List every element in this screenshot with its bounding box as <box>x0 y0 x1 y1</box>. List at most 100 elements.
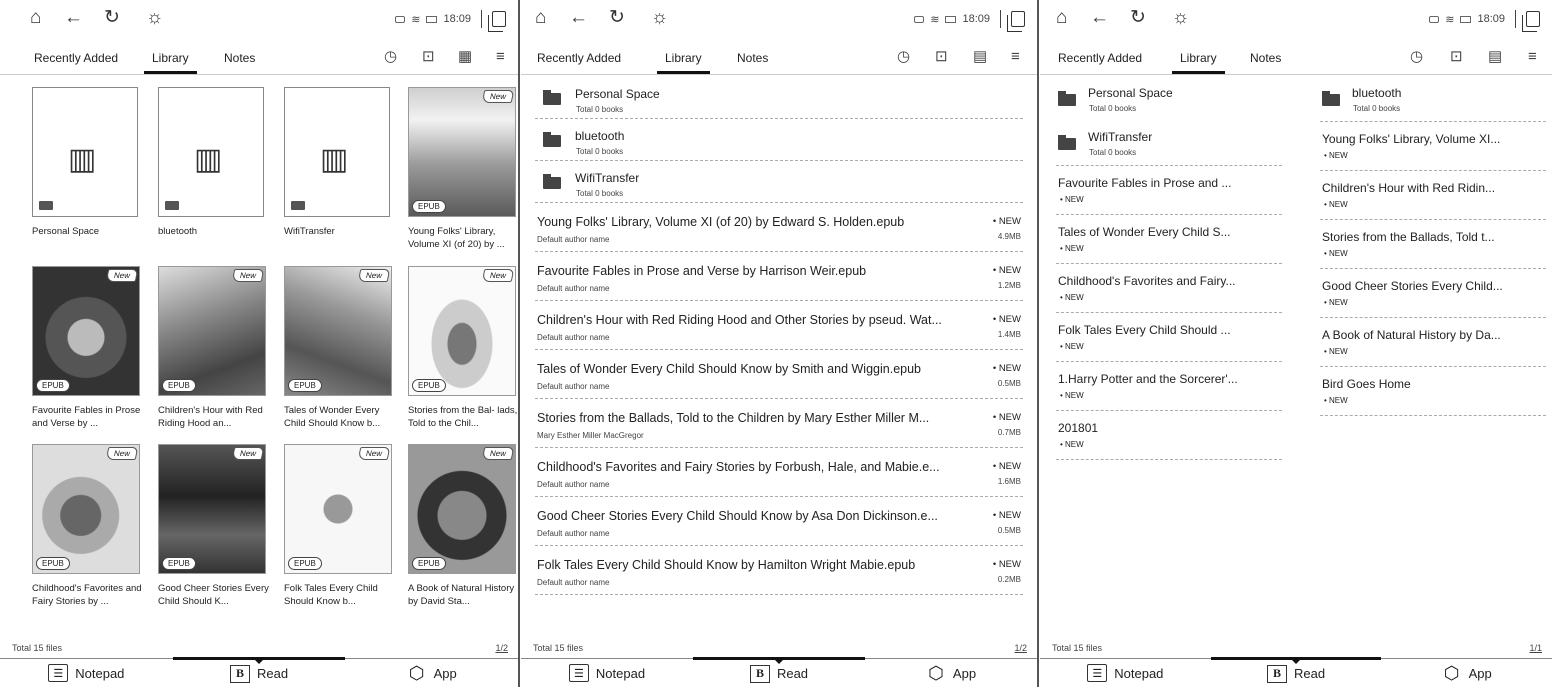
book-tile[interactable]: New EPUB Good Cheer Stories Every Child … <box>158 444 270 608</box>
folder-row[interactable]: Personal Space Total 0 books <box>1056 78 1282 122</box>
book-tile[interactable]: New EPUB Young Folks' Library, Volume XI… <box>408 87 518 251</box>
total-files: Total 15 files <box>12 643 63 653</box>
import-icon[interactable]: ⊡ <box>1450 49 1463 65</box>
book-row[interactable]: Good Cheer Stories Every Child Should Kn… <box>535 497 1023 546</box>
book-tile[interactable]: New EPUB Tales of Wonder Every Child Sho… <box>284 266 396 430</box>
message-icon <box>395 15 406 23</box>
book-row[interactable]: Childhood's Favorites and Fairy Stories … <box>535 448 1023 497</box>
book-row[interactable]: Good Cheer Stories Every Child... • NEW <box>1320 269 1546 318</box>
nav-notepad[interactable]: ☰ Notepad <box>521 659 693 687</box>
book-row[interactable]: 201801 • NEW <box>1056 411 1282 460</box>
light-icon[interactable]: ☼ <box>651 8 668 28</box>
library-icon: ▥ <box>194 143 223 176</box>
book-tile[interactable]: New EPUB Childhood's Favorites and Fairy… <box>32 444 144 608</box>
back-icon[interactable]: ← <box>64 8 83 28</box>
wifi-icon: ≋ <box>1445 13 1455 26</box>
book-row[interactable]: 1.Harry Potter and the Sorcerer'... • NEW <box>1056 362 1282 411</box>
book-tile[interactable]: New EPUB Stories from the Bal- lads, Tol… <box>408 266 518 430</box>
clock-icon[interactable]: ◷ <box>1410 49 1423 65</box>
light-icon[interactable]: ☼ <box>146 8 163 28</box>
book-tile[interactable]: New EPUB Children's Hour with Red Riding… <box>158 266 270 430</box>
book-row[interactable]: Folk Tales Every Child Should ... • NEW <box>1056 313 1282 362</box>
tab-library[interactable]: Library <box>657 51 710 74</box>
nav-read[interactable]: B Read <box>172 657 346 687</box>
clock-time: 18:09 <box>443 13 471 25</box>
library-icon: ▥ <box>320 143 349 176</box>
refresh-icon[interactable]: ↻ <box>609 8 625 28</box>
book-row[interactable]: Stories from the Ballads, Told t... • NEW <box>1320 220 1546 269</box>
clock-icon[interactable]: ◷ <box>897 49 910 65</box>
app-icon: ⬡ <box>928 662 944 683</box>
book-tile[interactable]: New EPUB Favourite Fables in Prose and V… <box>32 266 144 430</box>
book-cover: New EPUB <box>408 266 516 396</box>
book-row[interactable]: Young Folks' Library, Volume XI... • NEW <box>1320 122 1546 171</box>
folder-tile[interactable]: ▥ Personal Space <box>32 87 144 238</box>
folder-row[interactable]: bluetooth Total 0 books <box>535 119 1023 161</box>
book-row[interactable]: Favourite Fables in Prose and Verse by H… <box>535 252 1023 301</box>
book-row[interactable]: Favourite Fables in Prose and ... • NEW <box>1056 166 1282 215</box>
home-icon[interactable]: ⌂ <box>30 8 41 28</box>
tab-recently-added[interactable]: Recently Added <box>1058 51 1142 65</box>
book-row[interactable]: Children's Hour with Red Riding Hood and… <box>535 301 1023 350</box>
window-switch-icon[interactable] <box>488 11 506 32</box>
book-tile[interactable]: New EPUB A Book of Natural History by Da… <box>408 444 518 608</box>
notepad-icon: ☰ <box>48 664 69 682</box>
book-row[interactable]: Children's Hour with Red Ridin... • NEW <box>1320 171 1546 220</box>
folder-row[interactable]: WifiTransfer Total 0 books <box>1056 122 1282 166</box>
menu-icon[interactable]: ≡ <box>496 49 505 65</box>
page-indicator[interactable]: 1/2 <box>495 643 508 653</box>
tab-notes[interactable]: Notes <box>224 51 255 65</box>
book-row[interactable]: Young Folks' Library, Volume XI (of 20) … <box>535 203 1023 252</box>
light-icon[interactable]: ☼ <box>1172 8 1189 28</box>
read-icon: B <box>1266 664 1287 683</box>
refresh-icon[interactable]: ↻ <box>1130 8 1146 28</box>
tab-library[interactable]: Library <box>1172 51 1225 74</box>
refresh-icon[interactable]: ↻ <box>104 8 120 28</box>
folder-tile[interactable]: ▥ bluetooth <box>158 87 270 238</box>
book-row[interactable]: Tales of Wonder Every Child S... • NEW <box>1056 215 1282 264</box>
book-row[interactable]: Bird Goes Home • NEW <box>1320 367 1546 416</box>
read-icon: B <box>229 664 250 683</box>
tab-recently-added[interactable]: Recently Added <box>34 51 118 65</box>
back-icon[interactable]: ← <box>569 8 588 28</box>
book-row[interactable]: Stories from the Ballads, Told to the Ch… <box>535 399 1023 448</box>
folder-row[interactable]: bluetooth Total 0 books <box>1320 78 1546 122</box>
folder-row[interactable]: WifiTransfer Total 0 books <box>535 161 1023 203</box>
folder-tile[interactable]: ▥ WifiTransfer <box>284 87 396 238</box>
book-row[interactable]: A Book of Natural History by Da... • NEW <box>1320 318 1546 367</box>
nav-app[interactable]: ⬡ App <box>865 659 1037 687</box>
nav-read[interactable]: B Read <box>693 657 865 687</box>
clock-time: 18:09 <box>1477 13 1505 25</box>
page-indicator[interactable]: 1/1 <box>1529 643 1542 653</box>
menu-icon[interactable]: ≡ <box>1528 49 1537 65</box>
tab-library[interactable]: Library <box>144 51 197 74</box>
import-icon[interactable]: ⊡ <box>422 49 435 65</box>
book-row[interactable]: Childhood's Favorites and Fairy... • NEW <box>1056 264 1282 313</box>
book-row[interactable]: Tales of Wonder Every Child Should Know … <box>535 350 1023 399</box>
import-icon[interactable]: ⊡ <box>935 49 948 65</box>
back-icon[interactable]: ← <box>1090 8 1109 28</box>
nav-read[interactable]: B Read <box>1210 657 1382 687</box>
window-switch-icon[interactable] <box>1522 11 1540 32</box>
tab-notes[interactable]: Notes <box>1250 51 1281 65</box>
battery-icon <box>426 15 438 23</box>
nav-app[interactable]: ⬡ App <box>1381 659 1552 687</box>
list-view-icon[interactable]: ▤ <box>973 49 987 65</box>
book-row[interactable]: Folk Tales Every Child Should Know by Ha… <box>535 546 1023 595</box>
window-switch-icon[interactable] <box>1007 11 1025 32</box>
footer-info: Total 15 files 1/1 <box>1040 643 1552 658</box>
tab-notes[interactable]: Notes <box>737 51 768 65</box>
home-icon[interactable]: ⌂ <box>535 8 546 28</box>
clock-icon[interactable]: ◷ <box>384 49 397 65</box>
page-indicator[interactable]: 1/2 <box>1014 643 1027 653</box>
nav-app[interactable]: ⬡ App <box>345 659 518 687</box>
book-tile[interactable]: New EPUB Folk Tales Every Child Should K… <box>284 444 396 608</box>
nav-notepad[interactable]: ☰ Notepad <box>0 659 173 687</box>
folder-row[interactable]: Personal Space Total 0 books <box>535 77 1023 119</box>
tab-recently-added[interactable]: Recently Added <box>537 51 621 65</box>
grid-view-icon[interactable]: ▦ <box>458 49 472 65</box>
menu-icon[interactable]: ≡ <box>1011 49 1020 65</box>
nav-notepad[interactable]: ☰ Notepad <box>1040 659 1211 687</box>
list-view-icon[interactable]: ▤ <box>1488 49 1502 65</box>
home-icon[interactable]: ⌂ <box>1056 8 1067 28</box>
